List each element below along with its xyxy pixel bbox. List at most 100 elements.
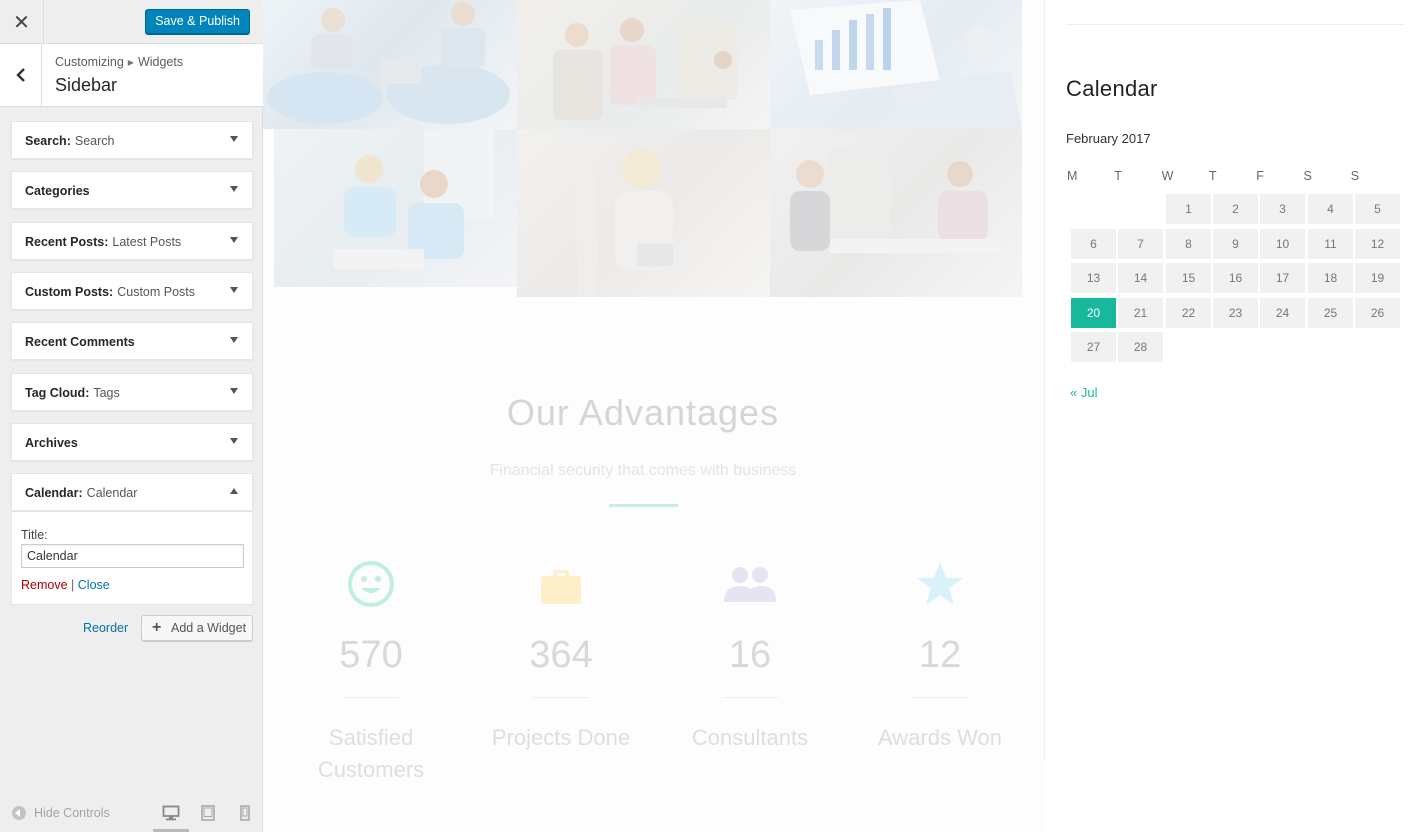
calendar-day[interactable]: 5 xyxy=(1355,194,1400,224)
calendar-day[interactable]: 24 xyxy=(1260,298,1305,328)
section-header: Customizing ▶ Widgets Sidebar xyxy=(0,44,263,107)
calendar-day[interactable]: 17 xyxy=(1260,263,1305,293)
breadcrumb: Customizing ▶ Widgets xyxy=(55,55,183,69)
calendar-prev-month-link[interactable]: « Jul xyxy=(1070,385,1097,400)
widget-type: Search xyxy=(25,134,67,148)
widget-type: Recent Comments xyxy=(25,335,135,349)
title-underline xyxy=(609,504,678,507)
calendar-day[interactable]: 18 xyxy=(1308,263,1353,293)
preview-desktop-button[interactable] xyxy=(153,805,189,832)
smiley-icon xyxy=(296,560,446,613)
calendar-day[interactable]: 9 xyxy=(1213,229,1258,259)
widget-categories[interactable]: Categories xyxy=(11,171,253,209)
hide-controls-button[interactable]: Hide Controls xyxy=(12,806,110,820)
widget-recent-comments[interactable]: Recent Comments xyxy=(11,322,253,360)
caret-down-icon[interactable] xyxy=(230,136,238,142)
calendar-day[interactable]: 14 xyxy=(1118,263,1163,293)
widget-title: Calendar: Calendar xyxy=(25,486,137,500)
widget-recent-posts[interactable]: Recent Posts: Latest Posts xyxy=(11,222,253,260)
actions-separator: | xyxy=(71,578,75,592)
collapse-icon xyxy=(12,806,26,820)
calendar-day[interactable]: 10 xyxy=(1260,229,1305,259)
widget-search[interactable]: Search: Search xyxy=(11,121,253,159)
widget-type: Archives xyxy=(25,436,78,450)
stat-label: Awards Won xyxy=(865,722,1015,754)
stat-divider xyxy=(912,697,968,698)
widget-archives[interactable]: Archives xyxy=(11,423,253,461)
calendar-day[interactable]: 11 xyxy=(1308,229,1353,259)
office-photo xyxy=(274,129,517,287)
close-link[interactable]: Close xyxy=(78,578,110,592)
title-label: Title: xyxy=(21,528,48,542)
calendar-day[interactable]: 1 xyxy=(1166,194,1211,224)
calendar-day[interactable]: 21 xyxy=(1118,298,1163,328)
calendar-day[interactable]: 27 xyxy=(1071,332,1116,362)
calendar-day[interactable]: 6 xyxy=(1071,229,1116,259)
remove-link[interactable]: Remove xyxy=(21,578,68,592)
stat-label: Consultants xyxy=(675,722,825,754)
mobile-icon xyxy=(240,805,250,821)
calendar-day[interactable]: 8 xyxy=(1166,229,1211,259)
widget-actions: Remove | Close xyxy=(21,578,110,592)
customizer-footer: Hide Controls xyxy=(0,796,263,832)
title-input[interactable] xyxy=(21,544,244,568)
calendar-day[interactable]: 28 xyxy=(1118,332,1163,362)
breadcrumb-arrow-icon: ▶ xyxy=(127,58,134,67)
stat-divider xyxy=(533,697,589,698)
calendar-day[interactable]: 26 xyxy=(1355,298,1400,328)
caret-down-icon[interactable] xyxy=(230,287,238,293)
caret-down-icon[interactable] xyxy=(230,237,238,243)
widget-instance-title: Search xyxy=(74,134,115,148)
close-customizer-button[interactable]: ✕ xyxy=(0,0,44,44)
widget-tag-cloud[interactable]: Tag Cloud: Tags xyxy=(11,373,253,411)
calendar-day[interactable]: 25 xyxy=(1308,298,1353,328)
calendar-day[interactable]: 2 xyxy=(1213,194,1258,224)
caret-down-icon[interactable] xyxy=(230,186,238,192)
add-widget-button[interactable]: + Add a Widget xyxy=(141,615,253,641)
reorder-link[interactable]: Reorder xyxy=(83,621,128,635)
calendar-day[interactable]: 12 xyxy=(1355,229,1400,259)
calendar-day[interactable]: 22 xyxy=(1166,298,1211,328)
calendar-day[interactable]: 13 xyxy=(1071,263,1116,293)
caret-down-icon[interactable] xyxy=(230,388,238,394)
calendar-day-today[interactable]: 20 xyxy=(1071,298,1116,328)
widget-colon: : xyxy=(66,134,71,148)
widget-instance-title: Latest Posts xyxy=(112,235,182,249)
back-button[interactable] xyxy=(0,44,42,106)
widget-calendar[interactable]: Calendar: Calendar xyxy=(11,473,253,511)
add-widget-label: Add a Widget xyxy=(171,621,247,635)
widget-colon: : xyxy=(85,386,90,400)
widget-custom-posts[interactable]: Custom Posts: Custom Posts xyxy=(11,272,253,310)
widget-type: Tag Cloud xyxy=(25,386,86,400)
widget-instance-title: Tags xyxy=(93,386,120,400)
caret-down-icon[interactable] xyxy=(230,438,238,444)
stat-divider xyxy=(343,697,399,698)
stat-value: 570 xyxy=(339,634,403,676)
widget-colon: : xyxy=(104,235,109,249)
breadcrumb-widgets: Widgets xyxy=(137,55,184,69)
section-title: Sidebar xyxy=(55,75,118,95)
caret-down-icon[interactable] xyxy=(230,337,238,343)
caret-up-icon[interactable] xyxy=(230,488,238,494)
desktop-icon xyxy=(162,805,180,821)
stat-value: 16 xyxy=(728,634,772,676)
widget-title: Categories xyxy=(25,184,90,198)
widget-colon: : xyxy=(109,285,114,299)
preview-tablet-button[interactable] xyxy=(199,805,217,821)
calendar-day[interactable]: 15 xyxy=(1166,263,1211,293)
preview-mobile-button[interactable] xyxy=(236,805,254,821)
calendar-month-caption: February 2017 xyxy=(1066,131,1151,146)
calendar-day[interactable]: 3 xyxy=(1260,194,1305,224)
calendar-day[interactable]: 19 xyxy=(1355,263,1400,293)
calendar-day-header: S xyxy=(1350,169,1360,183)
calendar-day[interactable]: 23 xyxy=(1213,298,1258,328)
advantages-subtitle: Financial security that comes with busin… xyxy=(489,462,797,479)
office-photo xyxy=(263,0,517,129)
calendar-day[interactable]: 16 xyxy=(1213,263,1258,293)
calendar-day[interactable]: 4 xyxy=(1308,194,1353,224)
save-publish-button[interactable]: Save & Publish xyxy=(145,9,250,34)
calendar-day[interactable]: 7 xyxy=(1118,229,1163,259)
widget-title: Archives xyxy=(25,436,78,450)
calendar-day-header: W xyxy=(1161,169,1174,183)
star-icon xyxy=(865,560,1015,613)
